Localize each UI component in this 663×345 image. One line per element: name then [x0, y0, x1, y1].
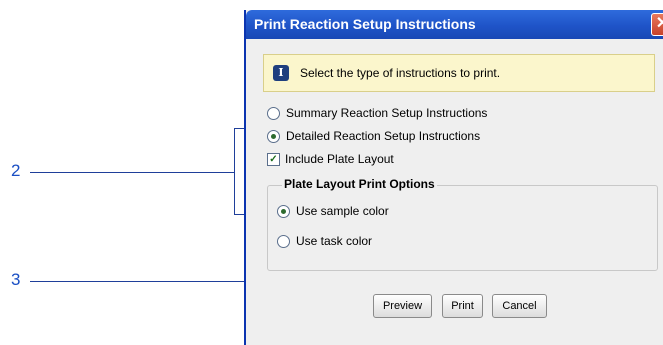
group-title: Plate Layout Print Options — [282, 177, 437, 191]
detailed-instructions-label: Detailed Reaction Setup Instructions — [286, 129, 481, 143]
close-button[interactable]: ✕ — [651, 13, 663, 36]
callout-2-label: 2 — [11, 161, 21, 180]
radio-unselected-icon — [267, 106, 280, 120]
plate-layout-print-options-group: Plate Layout Print Options Use sample co… — [267, 177, 658, 271]
callout-2-leader-line — [30, 172, 234, 173]
use-task-color-label: Use task color — [296, 234, 373, 248]
close-icon: ✕ — [655, 15, 663, 32]
summary-instructions-radio[interactable]: Summary Reaction Setup Instructions — [267, 106, 487, 120]
include-plate-layout-checkbox[interactable]: ✓ Include Plate Layout — [267, 152, 394, 166]
callout-2-bracket-vertical — [234, 128, 235, 215]
info-icon: I — [273, 65, 289, 81]
use-task-color-radio[interactable]: Use task color — [277, 234, 372, 248]
radio-selected-icon — [267, 129, 280, 143]
use-sample-color-radio[interactable]: Use sample color — [277, 204, 389, 218]
title-bar[interactable]: Print Reaction Setup Instructions ✕ — [246, 10, 663, 39]
info-text: Select the type of instructions to print… — [300, 66, 501, 80]
radio-selected-icon — [277, 204, 290, 218]
radio-unselected-icon — [277, 234, 290, 248]
print-dialog: Print Reaction Setup Instructions ✕ I Se… — [244, 10, 663, 345]
use-sample-color-label: Use sample color — [296, 204, 389, 218]
dialog-title: Print Reaction Setup Instructions — [254, 16, 476, 32]
info-banner: I Select the type of instructions to pri… — [263, 54, 655, 92]
print-button[interactable]: Print — [442, 294, 483, 318]
detailed-instructions-radio[interactable]: Detailed Reaction Setup Instructions — [267, 129, 480, 143]
checkmark-icon: ✓ — [267, 152, 280, 166]
callout-3-label: 3 — [11, 270, 21, 289]
include-plate-layout-label: Include Plate Layout — [285, 152, 394, 166]
cancel-button[interactable]: Cancel — [492, 294, 547, 318]
preview-button[interactable]: Preview — [373, 294, 432, 318]
summary-instructions-label: Summary Reaction Setup Instructions — [286, 106, 488, 120]
